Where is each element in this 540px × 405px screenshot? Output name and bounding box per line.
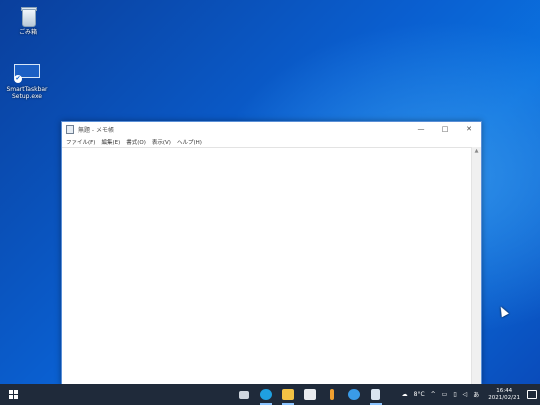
minimize-button[interactable]: — <box>409 122 433 136</box>
ie-icon <box>347 389 360 400</box>
file-explorer-button[interactable] <box>277 384 299 405</box>
internet-explorer-button[interactable] <box>343 384 365 405</box>
pen-app-icon <box>329 389 334 400</box>
menu-edit[interactable]: 編集(E) <box>101 138 120 146</box>
system-tray: ☁ 8°C ^ ▭ ▯ ◁ あ <box>399 390 483 399</box>
menu-file[interactable]: ファイル(F) <box>66 138 95 146</box>
recycle-bin-desktop-icon[interactable]: ごみ箱 <box>5 5 51 36</box>
close-button[interactable]: ✕ <box>457 122 481 136</box>
clock-time: 16:44 <box>496 387 513 394</box>
notepad-icon <box>66 124 74 134</box>
notepad-icon <box>371 389 381 400</box>
task-view-button[interactable] <box>233 384 255 405</box>
smarttaskbar-setup-desktop-icon[interactable]: ✔ SmartTaskbar Setup.exe <box>4 64 50 100</box>
monitor-setup-icon: ✔ <box>14 64 40 84</box>
battery-icon[interactable]: ▯ <box>453 391 456 398</box>
menu-bar: ファイル(F) 編集(E) 書式(O) 表示(V) ヘルプ(H) <box>62 136 481 147</box>
ime-indicator[interactable]: あ <box>473 390 479 399</box>
menu-help[interactable]: ヘルプ(H) <box>177 138 202 146</box>
pen-app-button[interactable] <box>321 384 343 405</box>
windows-logo-icon <box>8 390 18 399</box>
tray-overflow-chevron-up-icon[interactable]: ^ <box>431 391 436 398</box>
notepad-titlebar[interactable]: 無題 - メモ帳 — □ ✕ <box>62 122 481 136</box>
text-editor-area[interactable] <box>62 147 481 385</box>
recycle-bin-label: ごみ箱 <box>18 29 37 36</box>
vertical-scrollbar[interactable]: ▲ <box>471 147 481 385</box>
menu-format[interactable]: 書式(O) <box>126 138 146 146</box>
notepad-taskbar-button[interactable] <box>365 384 387 405</box>
notification-icon <box>527 390 537 399</box>
weather-temp[interactable]: 8°C <box>414 391 425 398</box>
network-icon[interactable]: ▭ <box>442 391 448 398</box>
maximize-button[interactable]: □ <box>433 122 457 136</box>
edge-icon <box>259 389 272 400</box>
clock-date: 2021/02/21 <box>488 394 520 401</box>
window-title: 無題 - メモ帳 <box>78 126 114 134</box>
scroll-up-icon[interactable]: ▲ <box>472 147 481 155</box>
smarttaskbar-setup-label: SmartTaskbar Setup.exe <box>6 86 48 100</box>
task-view-icon <box>238 390 249 399</box>
start-button[interactable] <box>0 384 26 405</box>
store-button[interactable] <box>299 384 321 405</box>
file-explorer-icon <box>281 389 294 400</box>
menu-view[interactable]: 表示(V) <box>152 138 171 146</box>
clock[interactable]: 16:44 2021/02/21 <box>488 388 520 402</box>
mouse-cursor-icon <box>497 304 509 318</box>
taskbar: ☁ 8°C ^ ▭ ▯ ◁ あ 16:44 2021/02/21 <box>0 384 540 405</box>
edge-button[interactable] <box>255 384 277 405</box>
store-icon <box>303 389 316 400</box>
speaker-icon[interactable]: ◁ <box>463 391 468 398</box>
recycle-bin-icon <box>18 5 38 27</box>
weather-icon[interactable]: ☁ <box>402 391 408 398</box>
notification-center-button[interactable] <box>524 384 540 405</box>
notepad-window: 無題 - メモ帳 — □ ✕ ファイル(F) 編集(E) 書式(O) 表示(V)… <box>61 121 482 386</box>
